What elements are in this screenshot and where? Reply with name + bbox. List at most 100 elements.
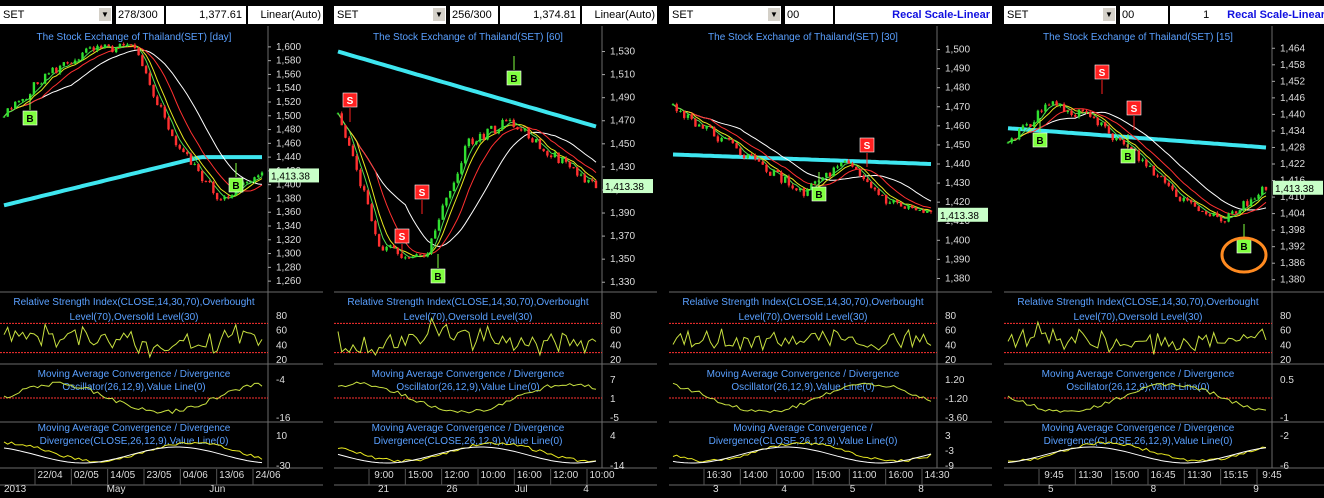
price-tick-label: 1,422 (1280, 159, 1305, 170)
candle-body (899, 202, 903, 207)
rsi-tick-label: 80 (276, 311, 288, 322)
candle-body (1085, 111, 1088, 113)
period-tick-label: 8 (1151, 484, 1157, 495)
price-tick-label: 1,530 (610, 47, 635, 58)
candle-body (411, 256, 414, 259)
candle-body (419, 254, 422, 256)
price-chart[interactable]: The Stock Exchange of Thailand(SET) [15]… (1004, 0, 1324, 498)
macd-divergence-subtitle: Divergence(CLOSE,26,12,9),Value Line(0) (40, 436, 229, 447)
candle-body (1264, 186, 1268, 190)
candle-body (1145, 159, 1148, 167)
period-tick-label: 5 (850, 484, 856, 495)
chart-title: The Stock Exchange of Thailand(SET) [15] (1043, 32, 1233, 43)
candle-body (1066, 110, 1070, 112)
candle-body (1018, 129, 1021, 140)
candle-body (1051, 101, 1055, 105)
candle-body (370, 204, 373, 222)
candle-body (739, 148, 742, 156)
candle-body (813, 181, 817, 184)
buy-signal: B (1036, 136, 1043, 147)
rsi-tick-label: 60 (1280, 326, 1292, 337)
moving-average-line (3, 49, 263, 185)
candle-body (742, 155, 746, 159)
moving-average-line (3, 45, 263, 192)
candle-body (208, 181, 211, 183)
date-tick-label: 11:30 (1187, 470, 1212, 481)
candle-body (836, 166, 839, 168)
candle-body (583, 174, 586, 183)
price-tick-label: 1,380 (276, 193, 301, 204)
candle-body (36, 82, 39, 84)
candle-body (690, 114, 693, 119)
candle-body (114, 47, 118, 53)
candle-body (77, 59, 80, 61)
price-tick-label: 1,390 (945, 254, 970, 265)
candle-body (219, 199, 223, 201)
macd-divergence-tick-label: -3 (945, 446, 954, 457)
macd-oscillator-tick-label: -16 (276, 413, 291, 424)
price-tick-label: 1,452 (1280, 76, 1305, 87)
candle-body (204, 180, 208, 182)
chart-panel-2[interactable]: SET ▼ 256/300 1,374.81 Linear(Auto) The Stock… (334, 0, 657, 498)
candle-body (260, 172, 264, 176)
price-tick-label: 1,404 (1280, 209, 1305, 220)
price-tick-label: 1,520 (276, 97, 301, 108)
candle-body (1137, 150, 1141, 161)
candle-body (591, 179, 594, 181)
candle-body (855, 166, 858, 170)
chart-panel-4[interactable]: SET▼001,406.87Recal Scale-LinearThe Stoc… (1004, 0, 1324, 498)
candle-body (55, 67, 58, 74)
candle-body (62, 62, 66, 66)
candle-body (1104, 122, 1107, 127)
price-tag: 1,413.38 (1275, 184, 1314, 195)
date-tick-label: 15:15 (1223, 470, 1248, 481)
candle-body (1231, 211, 1234, 214)
candle-body (1242, 201, 1245, 211)
price-tick-label: 1,400 (945, 235, 970, 246)
price-chart[interactable]: The Stock Exchange of Thailand(SET) [30]… (669, 0, 992, 498)
candle-body (873, 187, 877, 190)
macd-divergence-tick-label: -2 (1280, 431, 1289, 442)
price-tick-label: 1,580 (276, 56, 301, 67)
price-tick-label: 1,560 (276, 69, 301, 80)
candle-body (825, 172, 828, 178)
macd-signal-line (1007, 446, 1267, 464)
macd-oscillator-subtitle: Oscillator(26,12,9),Value Line(0) (731, 382, 874, 393)
chart-title: The Stock Exchange of Thailand(SET) [60] (373, 32, 563, 43)
candle-body (720, 137, 723, 142)
price-tick-label: 1,460 (945, 121, 970, 132)
candle-body (907, 205, 910, 209)
candle-body (750, 154, 753, 156)
price-chart[interactable]: The Stock Exchange of Thailand(SET) [day… (0, 0, 323, 498)
date-tick-label: 11:00 (852, 470, 877, 481)
candle-body (576, 167, 579, 176)
candle-body (1062, 104, 1066, 112)
candle-body (47, 73, 51, 75)
candle-body (441, 205, 444, 220)
candle-body (385, 246, 388, 251)
rsi-line (1007, 320, 1267, 355)
moving-average-line (337, 113, 597, 255)
candle-body (769, 171, 772, 176)
rsi-tick-label: 60 (276, 326, 288, 337)
candle-body (731, 139, 735, 144)
chart-panel-1[interactable]: SET ▼ 278/300 1,377.61 Linear(Auto) The Stock… (0, 0, 323, 498)
candle-body (679, 111, 682, 113)
price-chart[interactable]: The Stock Exchange of Thailand(SET) [60]… (334, 0, 657, 498)
candle-body (159, 105, 163, 107)
rsi-line (672, 328, 932, 352)
date-tick-label: 15:00 (1114, 470, 1139, 481)
candle-body (336, 113, 340, 115)
period-tick-label: May (107, 484, 126, 495)
rsi-subtitle: Level(70),Oversold Level(30) (70, 312, 199, 323)
candle-body (58, 65, 62, 74)
date-tick-label: 24/06 (255, 470, 280, 481)
candle-body (467, 138, 471, 147)
buy-signal: B (26, 114, 33, 125)
candle-body (32, 82, 36, 95)
candle-body (527, 128, 530, 139)
rsi-line (3, 322, 263, 359)
chart-panel-3[interactable]: SET▼00-22.05Recal Scale-LinearThe Stock … (669, 0, 992, 498)
candle-body (929, 210, 933, 212)
candle-body (1152, 165, 1156, 176)
